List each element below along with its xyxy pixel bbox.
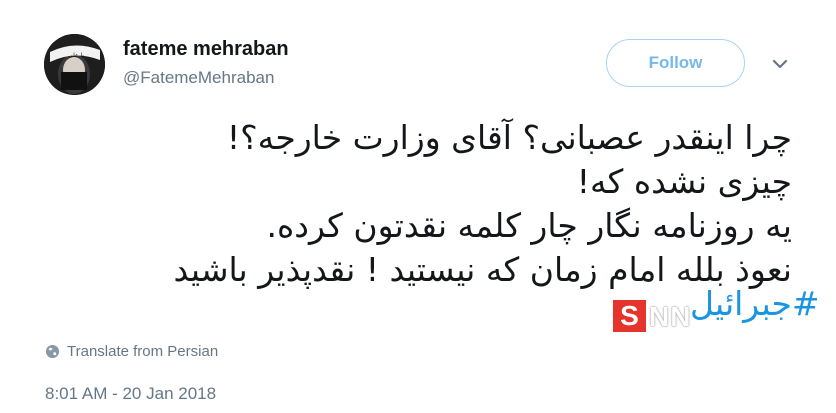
follow-button[interactable]: Follow xyxy=(606,39,745,87)
tweet-line: یه روزنامه نگار چار کلمه نقدتون کرده. xyxy=(266,206,793,245)
globe-icon xyxy=(45,344,60,359)
tweet-line: چیزی نشده که! xyxy=(576,162,792,201)
author-handle[interactable]: @FatemeMehraban xyxy=(123,68,274,88)
avatar[interactable]: یا علی xyxy=(44,34,105,95)
translate-label: Translate from Persian xyxy=(67,343,219,360)
hashtag-link[interactable]: #جبرائیل xyxy=(690,284,820,323)
avatar-headband-text: یا علی xyxy=(68,52,84,59)
tweet-line: نعوذ بلله امام زمان که نیستید ! نقدپذیر … xyxy=(173,250,792,289)
translate-link[interactable]: Translate from Persian xyxy=(45,343,218,360)
author-name[interactable]: fateme mehraban xyxy=(123,38,289,61)
watermark-text: NN xyxy=(649,301,692,332)
tweet-card: یا علی fateme mehraban @FatemeMehraban F… xyxy=(0,0,836,413)
tweet-line: چرا اینقدر عصبانی؟ آقای وزارت خارجه؟! xyxy=(226,118,792,157)
chevron-down-icon[interactable] xyxy=(770,54,790,74)
snn-watermark-logo: S NN xyxy=(613,300,709,332)
avatar-image: یا علی xyxy=(44,34,105,95)
tweet-timestamp[interactable]: 8:01 AM - 20 Jan 2018 xyxy=(45,384,216,404)
watermark-letter: S xyxy=(613,300,646,332)
tweet-text: چرا اینقدر عصبانی؟ آقای وزارت خارجه؟! چی… xyxy=(32,116,792,292)
